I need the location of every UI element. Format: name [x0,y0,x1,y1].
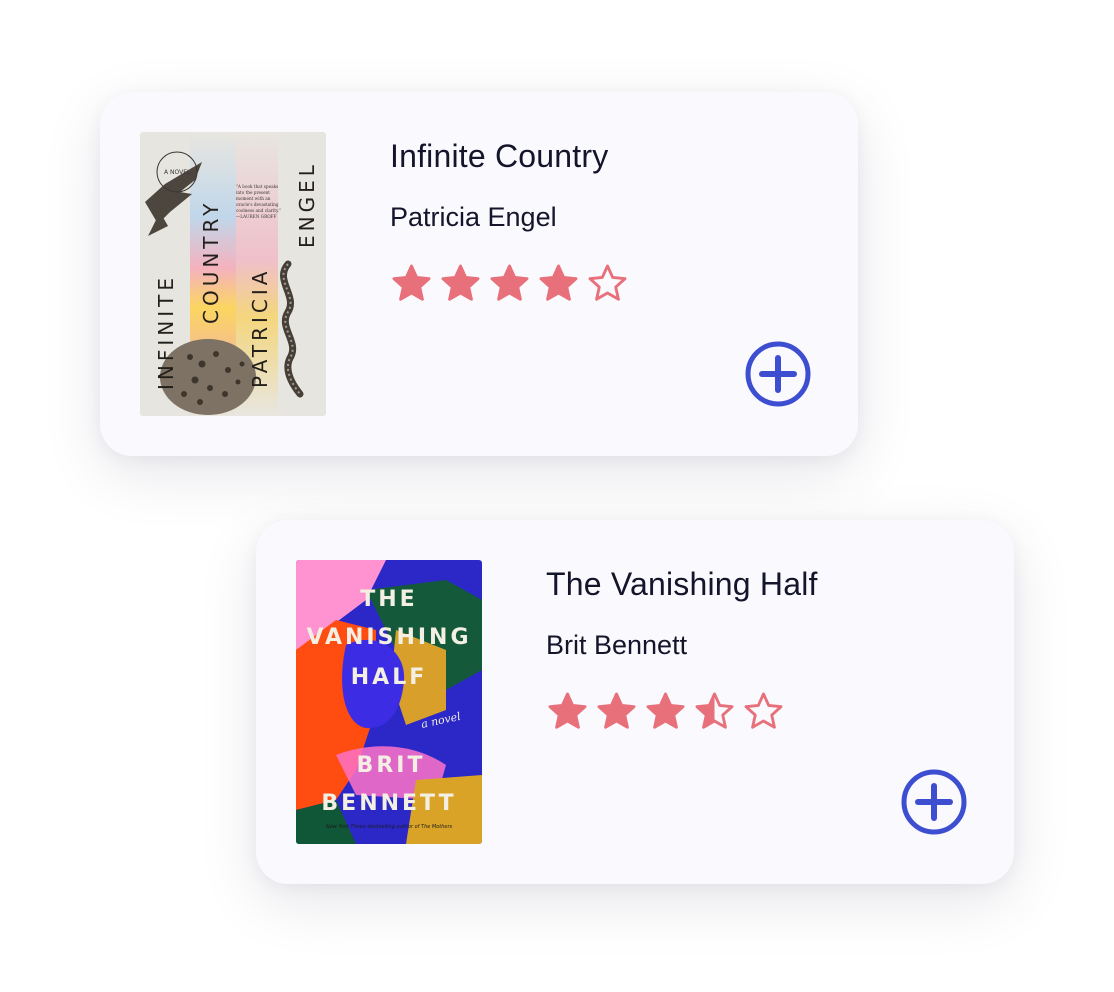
book-card: A NOVEL INFINITE COUNTRY PATRICIA ENGEL … [100,92,858,456]
cover-word: COUNTRY [199,200,223,324]
star-full-icon[interactable] [595,690,638,733]
cover-art: THE VANISHING HALF BRIT BENNETT a novel … [296,560,482,844]
add-book-button[interactable] [744,340,812,408]
star-full-icon[interactable] [390,262,433,305]
star-rating[interactable] [546,690,785,733]
star-empty-icon[interactable] [742,690,785,733]
cover-blurb-line: —LAUREN GROFF [236,214,277,219]
cover-author-line: BRIT [357,753,426,778]
cover-blurb-line: moment with an [236,196,271,201]
book-title[interactable]: The Vanishing Half [546,566,818,603]
book-title[interactable]: Infinite Country [390,138,608,175]
cover-art: A NOVEL INFINITE COUNTRY PATRICIA ENGEL … [140,132,326,416]
star-full-icon[interactable] [537,262,580,305]
cover-blurb-line: oracle's devastating [236,202,279,207]
cover-title-line: VANISHING [306,625,471,650]
add-book-button[interactable] [900,768,968,836]
book-author[interactable]: Brit Bennett [546,630,687,661]
plus-circle-icon [745,341,811,407]
cover-footer: New York Times–bestselling author of The… [326,824,453,830]
cover-blurb-line: "A book that speaks [236,184,278,189]
book-cover-image[interactable]: A NOVEL INFINITE COUNTRY PATRICIA ENGEL … [140,132,326,416]
book-card: THE VANISHING HALF BRIT BENNETT a novel … [256,520,1014,884]
star-full-icon[interactable] [546,690,589,733]
cover-blurb-line: coolness and clarity." [236,208,281,213]
book-author[interactable]: Patricia Engel [390,202,557,233]
star-half-icon[interactable] [693,690,736,733]
cover-word: PATRICIA [248,268,272,388]
book-cover-image[interactable]: THE VANISHING HALF BRIT BENNETT a novel … [296,560,482,844]
cover-label: A NOVEL [164,169,191,176]
cover-blurb-line: into the present [236,190,270,195]
cover-word: ENGEL [295,161,319,248]
cover-title-line: HALF [351,665,428,690]
star-empty-icon[interactable] [586,262,629,305]
cover-word: INFINITE [154,274,178,390]
star-full-icon[interactable] [439,262,482,305]
cover-title-line: THE [360,587,417,612]
star-full-icon[interactable] [488,262,531,305]
cover-author-line: BENNETT [321,791,456,816]
plus-circle-icon [901,769,967,835]
star-rating[interactable] [390,262,629,305]
star-full-icon[interactable] [644,690,687,733]
